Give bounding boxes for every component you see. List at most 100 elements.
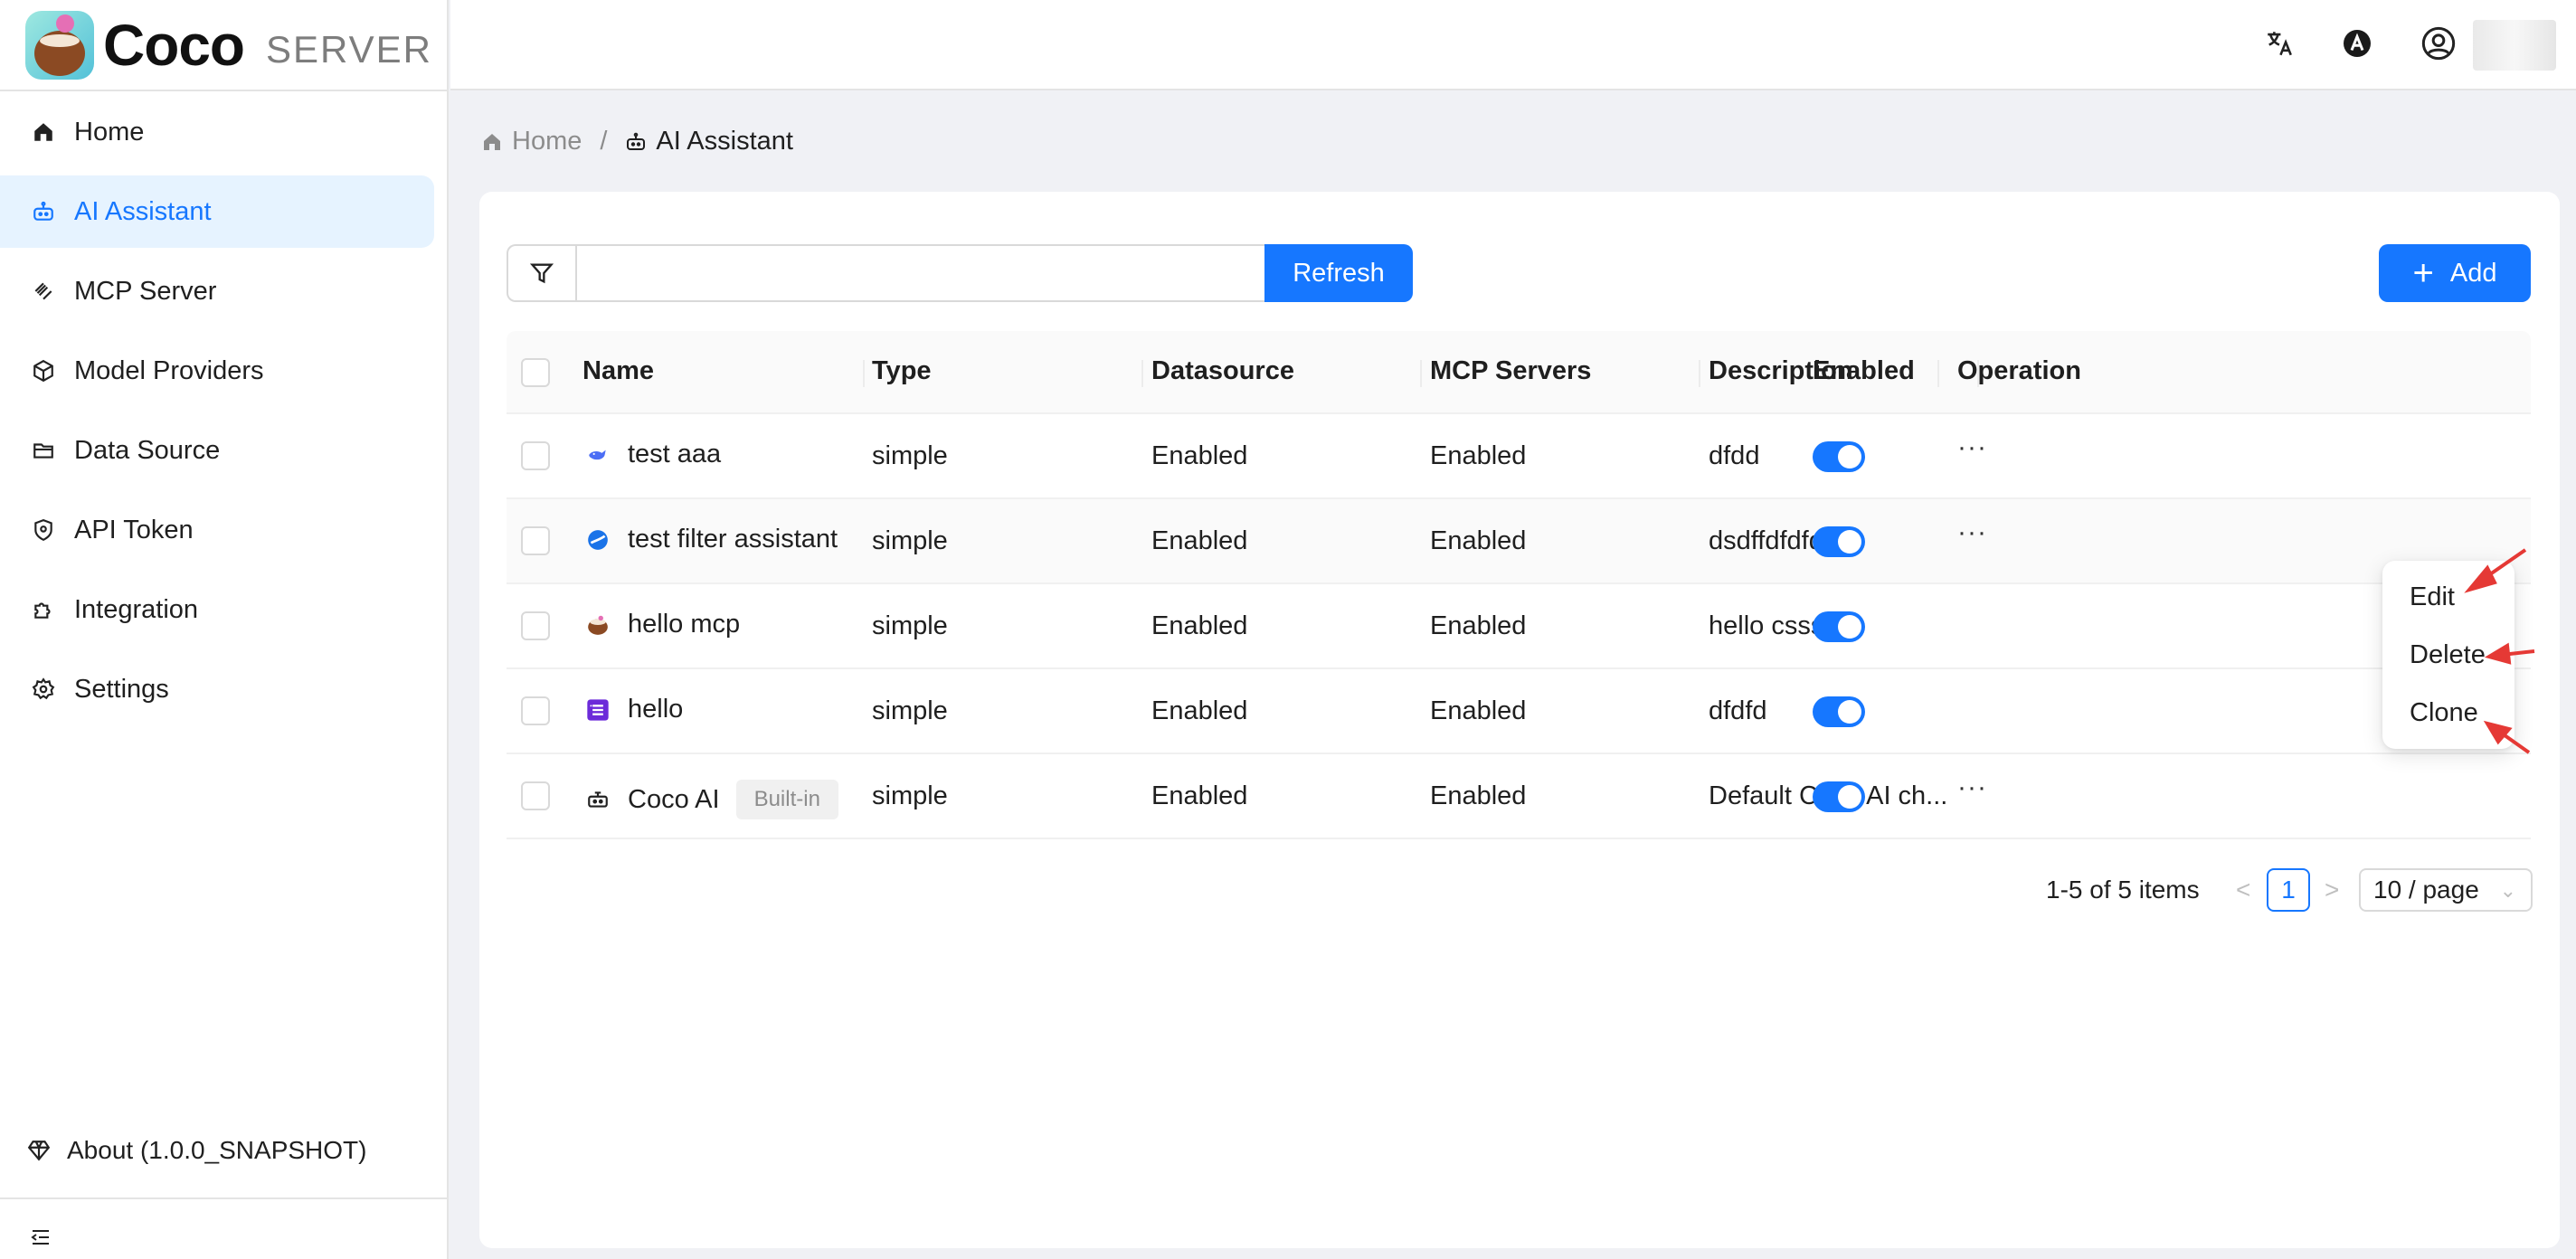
- refresh-button[interactable]: Refresh: [1264, 244, 1413, 302]
- table-row[interactable]: hello simple Enabled Enabled dfdfd: [507, 669, 2531, 754]
- user-icon[interactable]: [2419, 24, 2458, 63]
- sidebar-nav: Home AI Assistant MCP Server Model Provi…: [0, 96, 449, 733]
- robot-icon: [627, 132, 646, 150]
- app-logo[interactable]: Coco SERVER: [25, 5, 432, 85]
- column-header-enabled[interactable]: Enabled: [1813, 356, 1915, 386]
- column-header-datasource[interactable]: Datasource: [1151, 356, 1294, 386]
- row-checkbox[interactable]: [521, 441, 550, 470]
- diamond-icon: [27, 1141, 51, 1161]
- translate-icon[interactable]: [2259, 24, 2299, 63]
- row-datasource: Enabled: [1151, 781, 1248, 810]
- sidebar-item-api-token[interactable]: API Token: [0, 494, 434, 566]
- enabled-toggle[interactable]: [1813, 441, 1865, 472]
- enabled-toggle[interactable]: [1813, 781, 1865, 812]
- sidebar-item-integration[interactable]: Integration: [0, 573, 434, 646]
- pagination-next[interactable]: >: [2325, 876, 2339, 904]
- row-description: dfdfd: [1709, 696, 1767, 725]
- column-divider: [1420, 360, 1422, 387]
- top-header: [450, 0, 2576, 90]
- logo-text: Coco: [103, 13, 245, 78]
- row-name[interactable]: hello mcp: [584, 610, 740, 639]
- sidebar-divider: [0, 90, 449, 91]
- built-in-tag: Built-in: [735, 780, 838, 819]
- row-name[interactable]: Coco AI Built-in: [584, 780, 838, 819]
- row-name[interactable]: test aaa: [584, 440, 721, 469]
- sidebar: Coco SERVER Home AI Assistant MCP Server: [0, 0, 449, 1259]
- sidebar-item-ai-assistant[interactable]: AI Assistant: [0, 175, 434, 248]
- pagination-page-1[interactable]: 1: [2267, 868, 2310, 912]
- whale-icon: [584, 441, 611, 469]
- more-options-icon[interactable]: ···: [1957, 432, 1987, 463]
- sidebar-item-model-providers[interactable]: Model Providers: [0, 335, 434, 407]
- row-checkbox[interactable]: [521, 526, 550, 555]
- row-name[interactable]: test filter assistant: [584, 525, 838, 554]
- table-row[interactable]: hello mcp simple Enabled Enabled hello c…: [507, 584, 2531, 669]
- row-name-label: hello: [628, 695, 684, 724]
- coconut-logo-icon: [25, 11, 94, 80]
- select-all-checkbox[interactable]: [521, 358, 550, 387]
- column-header-name[interactable]: Name: [582, 356, 654, 386]
- row-type: simple: [872, 441, 948, 470]
- enabled-toggle[interactable]: [1813, 696, 1865, 727]
- column-header-type[interactable]: Type: [872, 356, 932, 386]
- user-name-blurred[interactable]: [2473, 20, 2556, 71]
- theme-icon[interactable]: [2337, 24, 2377, 63]
- about-link[interactable]: About (1.0.0_SNAPSHOT): [27, 1136, 366, 1165]
- sidebar-item-data-source[interactable]: Data Source: [0, 414, 434, 487]
- row-datasource: Enabled: [1151, 696, 1248, 725]
- row-datasource: Enabled: [1151, 611, 1248, 640]
- row-mcp-servers: Enabled: [1430, 526, 1527, 555]
- coconut-icon: [584, 611, 611, 639]
- page-size-value: 10 / page: [2373, 876, 2479, 904]
- sidebar-item-home[interactable]: Home: [0, 96, 434, 168]
- row-checkbox[interactable]: [521, 781, 550, 810]
- add-button[interactable]: + Add: [2379, 244, 2531, 302]
- row-name[interactable]: hello: [584, 695, 683, 724]
- column-divider: [863, 360, 865, 387]
- more-options-icon[interactable]: ···: [1957, 772, 1987, 803]
- sidebar-item-mcp-server[interactable]: MCP Server: [0, 255, 434, 327]
- column-divider: [1937, 360, 1939, 387]
- row-type: simple: [872, 781, 948, 810]
- pagination-prev[interactable]: <: [2236, 876, 2250, 904]
- filter-icon: [529, 263, 554, 284]
- row-name-label: test aaa: [628, 440, 722, 469]
- home-icon: [484, 133, 500, 150]
- folder-icon: [31, 438, 56, 463]
- add-button-label: Add: [2449, 258, 2497, 288]
- column-header-mcp-servers[interactable]: MCP Servers: [1430, 356, 1591, 386]
- table-row[interactable]: Coco AI Built-in simple Enabled Enabled …: [507, 754, 2531, 839]
- robot-icon: [31, 199, 56, 224]
- more-options-icon[interactable]: ···: [1957, 517, 1987, 548]
- row-name-label: test filter assistant: [628, 525, 838, 554]
- row-mcp-servers: Enabled: [1430, 441, 1527, 470]
- plus-icon: +: [2412, 253, 2434, 293]
- enabled-toggle[interactable]: [1813, 611, 1865, 642]
- breadcrumb-home[interactable]: Home: [481, 127, 582, 156]
- table-row[interactable]: test aaa simple Enabled Enabled dfdd ···: [507, 414, 2531, 499]
- table-row[interactable]: test filter assistant simple Enabled Ena…: [507, 499, 2531, 584]
- filter-button[interactable]: [507, 244, 575, 302]
- row-mcp-servers: Enabled: [1430, 611, 1527, 640]
- collapse-sidebar-icon[interactable]: [29, 1226, 52, 1248]
- purple-list-icon: [584, 696, 611, 724]
- pagination-total: 1-5 of 5 items: [2046, 876, 2200, 904]
- column-header-operation: Operation: [1957, 356, 2081, 385]
- enabled-toggle[interactable]: [1813, 526, 1865, 557]
- sidebar-item-label: MCP Server: [74, 276, 217, 306]
- mcp-icon: [31, 279, 56, 304]
- sidebar-item-label: Home: [74, 117, 145, 147]
- breadcrumb: Home / AI Assistant: [481, 127, 793, 156]
- row-checkbox[interactable]: [521, 611, 550, 640]
- menu-item-clone[interactable]: Clone: [2410, 698, 2478, 728]
- shield-icon: [31, 517, 56, 543]
- menu-item-edit[interactable]: Edit: [2410, 582, 2455, 612]
- menu-item-delete[interactable]: Delete: [2410, 640, 2486, 670]
- search-input[interactable]: [575, 244, 1266, 302]
- breadcrumb-home-label: Home: [512, 127, 582, 156]
- row-name-label: hello mcp: [628, 610, 741, 639]
- row-checkbox[interactable]: [521, 696, 550, 725]
- page-size-select[interactable]: 10 / page ⌄: [2359, 868, 2533, 912]
- sidebar-item-settings[interactable]: Settings: [0, 653, 434, 725]
- main-card: Refresh + Add Name Type Datasource MCP S…: [479, 192, 2560, 1248]
